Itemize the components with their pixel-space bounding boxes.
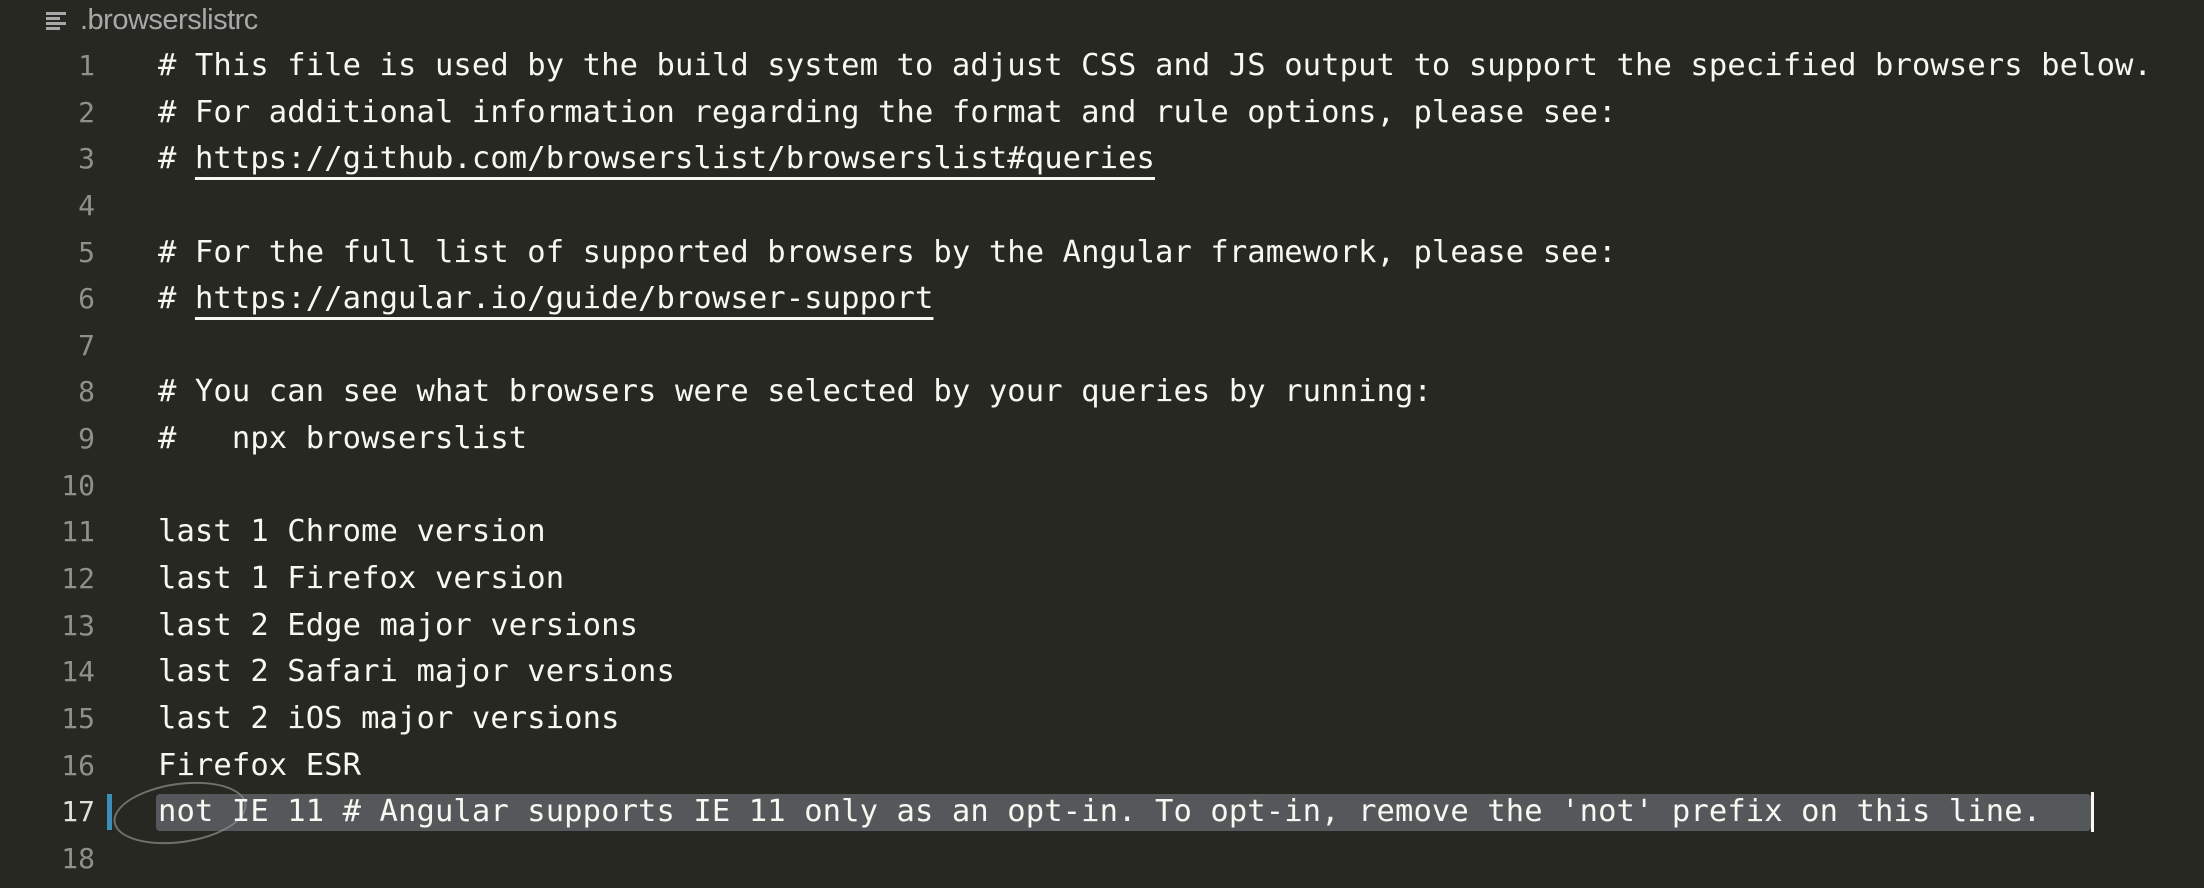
editor-line[interactable]: 13 last 2 Edge major versions	[0, 603, 2204, 650]
editor-line[interactable]: 14 last 2 Safari major versions	[0, 649, 2204, 696]
file-lines-icon	[46, 12, 66, 30]
code-text: #	[158, 281, 195, 317]
line-number: 16	[61, 748, 95, 782]
code-text: # You can see what browsers were selecte…	[158, 374, 1432, 410]
line-content[interactable]: not IE 11 # Angular supports IE 11 only …	[158, 789, 2041, 836]
editor-line[interactable]: 17 not IE 11 # Angular supports IE 11 onl…	[0, 774, 2204, 853]
line-content[interactable]: last 2 iOS major versions	[158, 696, 620, 743]
line-number: 9	[78, 422, 95, 456]
editor-line[interactable]: 10	[0, 463, 2204, 510]
line-content[interactable]: # https://angular.io/guide/browser-suppo…	[158, 276, 933, 323]
line-number: 1	[78, 49, 95, 82]
editor-line[interactable]: 6 # https://angular.io/guide/browser-supp…	[0, 276, 2204, 323]
line-number: 6	[78, 282, 95, 316]
editor-line[interactable]: 4	[0, 183, 2204, 230]
line-number: 10	[61, 468, 95, 502]
line-content[interactable]: last 2 Safari major versions	[158, 649, 675, 696]
code-text: # This file is used by the build system …	[158, 48, 2152, 83]
line-content[interactable]: # This file is used by the build system …	[158, 43, 2152, 90]
line-content[interactable]: # For additional information regarding t…	[158, 90, 1617, 137]
line-number: 11	[61, 515, 95, 549]
line-content[interactable]: last 2 Edge major versions	[158, 603, 638, 650]
code-editor[interactable]: 1 # This file is used by the build system…	[0, 43, 2204, 883]
editor-line[interactable]: 9 # npx browserslist	[0, 416, 2204, 463]
line-content[interactable]: last 1 Chrome version	[158, 509, 546, 556]
code-text: last 2 Safari major versions	[158, 654, 675, 690]
code-text: # For the full list of supported browser…	[158, 234, 1617, 270]
line-number: 15	[61, 701, 95, 735]
editor-line[interactable]: 1 # This file is used by the build system…	[0, 43, 2204, 90]
code-text: #	[158, 141, 195, 177]
code-text: # For additional information regarding t…	[158, 94, 1617, 130]
editor-line[interactable]: 11 last 1 Chrome version	[0, 509, 2204, 556]
line-number: 8	[78, 375, 95, 409]
line-number: 4	[78, 188, 95, 222]
line-number: 2	[78, 95, 95, 129]
editor-line[interactable]: 2 # For additional information regarding …	[0, 90, 2204, 137]
line-number: 13	[61, 608, 95, 642]
editor-line[interactable]: 16 Firefox ESR	[0, 743, 2204, 790]
line-content[interactable]: last 1 Firefox version	[158, 556, 564, 603]
line-content[interactable]: # For the full list of supported browser…	[158, 230, 1617, 277]
editor-line[interactable]: 12 last 1 Firefox version	[0, 556, 2204, 603]
code-text: not IE 11 # Angular supports IE 11 only …	[158, 794, 2042, 830]
text-cursor	[2091, 792, 2094, 833]
url-link[interactable]: https://github.com/browserslist/browsers…	[195, 141, 1155, 176]
breadcrumb-filename[interactable]: .browserslistrc	[80, 4, 258, 37]
editor-line[interactable]: 18	[0, 836, 2204, 883]
line-number: 17	[61, 795, 95, 829]
editor-line[interactable]: 7	[0, 323, 2204, 370]
editor-line[interactable]: 15 last 2 iOS major versions	[0, 696, 2204, 743]
modified-line-marker	[107, 794, 112, 831]
line-number: 12	[61, 562, 95, 596]
line-number: 3	[78, 142, 95, 176]
editor-line[interactable]: 8 # You can see what browsers were select…	[0, 369, 2204, 416]
code-text: last 1 Firefox version	[158, 561, 565, 597]
code-text: last 2 iOS major versions	[158, 700, 620, 736]
code-text: last 1 Chrome version	[158, 514, 546, 550]
editor-line[interactable]: 3 # https://github.com/browserslist/brows…	[0, 136, 2204, 183]
code-text: Firefox ESR	[158, 747, 362, 783]
line-number: 14	[61, 655, 95, 689]
line-number: 5	[78, 235, 95, 269]
editor-line[interactable]: 5 # For the full list of supported browse…	[0, 230, 2204, 277]
line-number: 7	[78, 328, 95, 362]
line-content[interactable]: # https://github.com/browserslist/browse…	[158, 136, 1155, 183]
line-number: 18	[61, 841, 95, 875]
url-link[interactable]: https://angular.io/guide/browser-support	[195, 281, 934, 316]
line-content[interactable]: # You can see what browsers were selecte…	[158, 369, 1432, 416]
line-content[interactable]: # npx browserslist	[158, 416, 527, 463]
breadcrumb[interactable]: .browserslistrc	[46, 0, 258, 40]
code-text: last 2 Edge major versions	[158, 607, 639, 643]
code-text: # npx browserslist	[158, 421, 528, 457]
